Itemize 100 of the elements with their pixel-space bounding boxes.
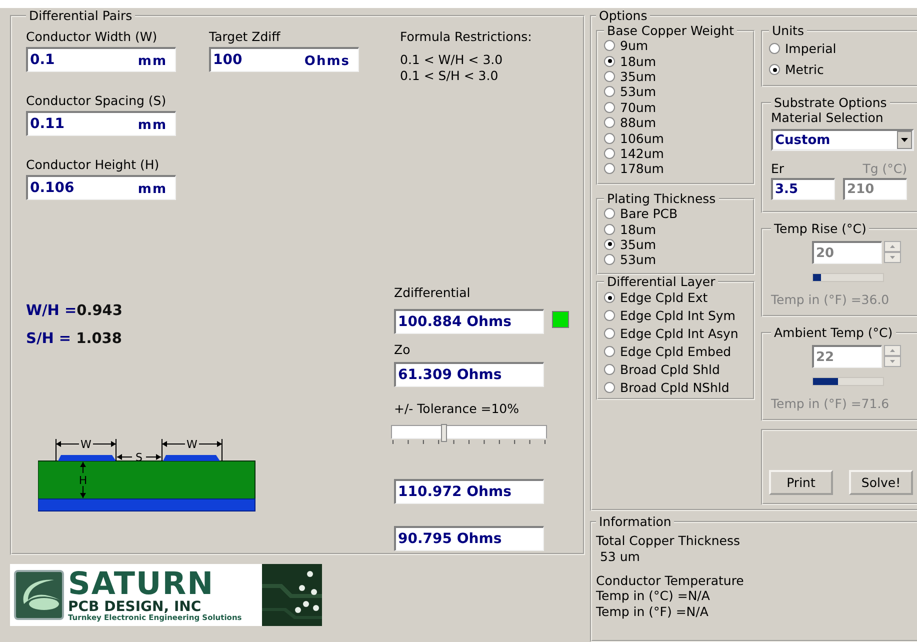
radio-button[interactable] bbox=[604, 292, 615, 304]
field-label: Zo bbox=[394, 342, 412, 358]
spin-down-button[interactable] bbox=[884, 252, 901, 263]
radio-label[interactable]: Bare PCB bbox=[620, 206, 678, 222]
ratio-value: 0.943 bbox=[76, 303, 122, 319]
field-label: Tg (°C) bbox=[862, 161, 907, 177]
radio-button[interactable] bbox=[604, 382, 615, 393]
field-label: Target Zdiff bbox=[209, 29, 282, 45]
radio-label[interactable]: Broad Cpld Shld bbox=[620, 362, 720, 377]
spin-down-button[interactable] bbox=[884, 356, 901, 367]
input-field[interactable]: 210 bbox=[843, 178, 907, 200]
dimension-label: S bbox=[136, 451, 142, 464]
up-arrow-icon bbox=[890, 245, 895, 248]
input-field[interactable]: 100 Ohms bbox=[209, 47, 359, 72]
input-field[interactable]: 90.795 Ohms bbox=[394, 526, 544, 551]
dimension-arrow bbox=[116, 454, 162, 460]
group-title: Substrate Options bbox=[773, 95, 888, 110]
input-field[interactable]: 61.309 Ohms bbox=[394, 362, 544, 387]
slider-thumb[interactable] bbox=[441, 424, 448, 442]
dimension-label: W bbox=[80, 439, 92, 451]
radio-button[interactable] bbox=[604, 328, 615, 340]
spin-up-button[interactable] bbox=[884, 345, 901, 356]
radio-button[interactable] bbox=[604, 208, 615, 220]
input-field[interactable]: 100.884 Ohms bbox=[394, 309, 544, 334]
radio-label[interactable]: Edge Cpld Int Asyn bbox=[620, 326, 738, 342]
down-arrow-icon bbox=[890, 360, 895, 363]
radio-button[interactable] bbox=[604, 163, 615, 174]
up-arrow-icon bbox=[890, 349, 895, 352]
radio-label[interactable]: 9um bbox=[620, 38, 648, 54]
radio-button[interactable] bbox=[604, 70, 615, 82]
action-button[interactable]: Print bbox=[769, 470, 833, 495]
dimension-label: W bbox=[186, 439, 198, 451]
temperature-reading: Temp in (°F) =36.0 bbox=[771, 292, 890, 307]
radio-button[interactable] bbox=[604, 310, 615, 322]
radio-label[interactable]: 35um bbox=[620, 236, 656, 252]
radio-label[interactable]: Edge Cpld Int Sym bbox=[620, 308, 736, 324]
restriction-text: 0.1 < S/H < 3.0 bbox=[400, 68, 500, 84]
logo-subtitle: PCB DESIGN, INC bbox=[68, 600, 202, 614]
input-field[interactable]: 3.5 bbox=[771, 178, 835, 200]
radio-button[interactable] bbox=[604, 364, 615, 375]
field-label: Material Selection bbox=[771, 110, 884, 126]
input-field[interactable]: 0.11 mm bbox=[26, 111, 176, 136]
radio-label[interactable]: 106um bbox=[620, 130, 664, 146]
input-field[interactable]: 0.1 mm bbox=[26, 47, 176, 72]
ratio-label: W/H = bbox=[26, 303, 77, 319]
radio-label[interactable]: 18um bbox=[620, 54, 656, 69]
group-title: Ambient Temp (°C) bbox=[773, 325, 894, 340]
radio-label[interactable]: 53um bbox=[620, 84, 656, 100]
radio-button[interactable] bbox=[604, 132, 615, 144]
group-title: Base Copper Weight bbox=[606, 23, 736, 38]
radio-label[interactable]: 142um bbox=[620, 146, 664, 161]
logo-icon bbox=[14, 570, 64, 620]
radio-label[interactable]: Edge Cpld Ext bbox=[620, 290, 708, 306]
action-button[interactable]: Solve! bbox=[849, 470, 913, 495]
radio-label[interactable]: Imperial bbox=[785, 41, 836, 56]
ratio-label: S/H = bbox=[26, 331, 72, 347]
radio-button[interactable] bbox=[769, 64, 780, 75]
field-label: Conductor Spacing (S) bbox=[26, 93, 168, 109]
field-label: Zdifferential bbox=[394, 285, 472, 301]
temperature-reading: Temp in (°F) =71.6 bbox=[771, 396, 890, 411]
radio-label[interactable]: 53um bbox=[620, 252, 656, 268]
radio-label[interactable]: Broad Cpld NShld bbox=[620, 380, 730, 395]
radio-button[interactable] bbox=[604, 56, 615, 67]
radio-label[interactable]: 70um bbox=[620, 100, 656, 115]
group-title: Units bbox=[771, 23, 805, 38]
group-title: Options bbox=[598, 8, 648, 23]
input-field[interactable]: 0.106 mm bbox=[26, 175, 176, 200]
radio-button[interactable] bbox=[604, 254, 615, 266]
radio-label[interactable]: 35um bbox=[620, 68, 656, 84]
dimension-label: H bbox=[78, 474, 88, 487]
radio-button[interactable] bbox=[604, 224, 615, 235]
radio-label[interactable]: 88um bbox=[620, 115, 656, 130]
field-label: Conductor Width (W) bbox=[26, 29, 158, 45]
group-title: Information bbox=[598, 514, 672, 530]
down-arrow-icon bbox=[890, 256, 895, 259]
radio-button[interactable] bbox=[769, 43, 780, 54]
info-text: Temp in (°C) =N/A bbox=[596, 588, 711, 604]
radio-label[interactable]: Edge Cpld Embed bbox=[620, 344, 732, 360]
radio-button[interactable] bbox=[604, 117, 615, 128]
group-title: Differential Layer bbox=[606, 274, 716, 289]
restriction-text: 0.1 < W/H < 3.0 bbox=[400, 52, 504, 68]
field-label: +/- Tolerance =10% bbox=[394, 401, 520, 417]
radio-label[interactable]: 178um bbox=[620, 161, 664, 176]
dimension-arrow bbox=[80, 462, 86, 498]
radio-button[interactable] bbox=[604, 238, 615, 250]
radio-label[interactable]: 18um bbox=[620, 222, 656, 237]
info-text: Temp in (°F) =N/A bbox=[596, 604, 710, 620]
logo-name: SATURN bbox=[68, 568, 216, 600]
radio-button[interactable] bbox=[604, 346, 615, 358]
radio-button[interactable] bbox=[604, 148, 615, 159]
field-label: Conductor Height (H) bbox=[26, 157, 160, 173]
radio-label[interactable]: Metric bbox=[785, 62, 824, 77]
radio-button[interactable] bbox=[604, 86, 615, 98]
radio-button[interactable] bbox=[604, 40, 615, 52]
radio-button[interactable] bbox=[604, 102, 615, 113]
spin-up-button[interactable] bbox=[884, 241, 901, 252]
input-field[interactable]: 110.972 Ohms bbox=[394, 479, 544, 504]
info-text: Total Copper Thickness bbox=[596, 533, 741, 549]
material-dropdown[interactable]: Custom bbox=[771, 129, 914, 151]
info-text: Conductor Temperature bbox=[596, 572, 745, 588]
